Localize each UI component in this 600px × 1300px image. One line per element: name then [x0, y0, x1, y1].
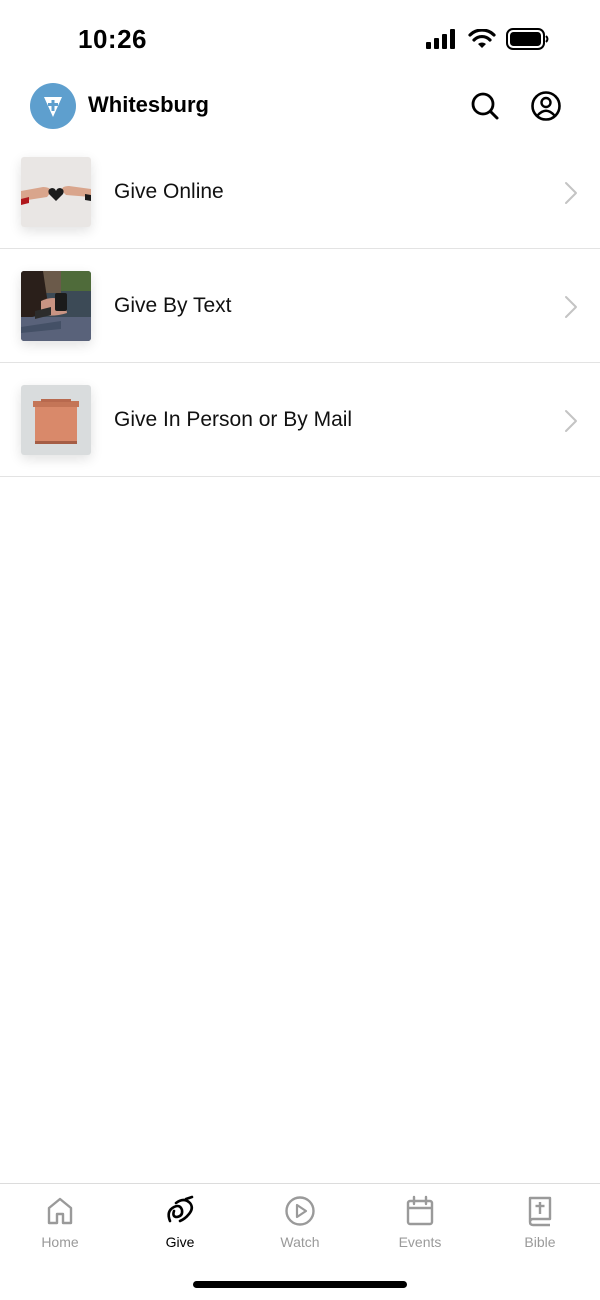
copper-mailbox-thumbnail	[21, 385, 91, 455]
home-icon	[0, 1194, 120, 1228]
tab-events[interactable]: Events	[360, 1194, 480, 1254]
give-online-item[interactable]: Give Online	[0, 135, 600, 249]
tab-bible[interactable]: Bible	[480, 1194, 600, 1254]
tab-watch[interactable]: Watch	[240, 1194, 360, 1254]
tab-events-label: Events	[398, 1234, 442, 1250]
church-name: Whitesburg	[88, 92, 209, 117]
play-icon	[240, 1194, 360, 1228]
chevron-right-icon	[565, 296, 577, 318]
give-by-text-item[interactable]: Give By Text	[0, 249, 600, 363]
church-logo-icon	[44, 97, 62, 117]
give-online-label: Give Online	[114, 180, 224, 203]
bible-icon	[480, 1194, 600, 1228]
account-icon	[531, 91, 561, 121]
tab-watch-label: Watch	[280, 1234, 320, 1250]
give-in-person-item[interactable]: Give In Person or By Mail	[0, 363, 600, 477]
tab-give[interactable]: Give	[120, 1194, 240, 1254]
calendar-icon	[360, 1194, 480, 1228]
tab-give-label: Give	[165, 1234, 195, 1250]
chevron-right-icon	[565, 410, 577, 432]
give-in-person-label: Give In Person or By Mail	[114, 408, 353, 431]
app-header: Whitesburg	[0, 80, 600, 132]
status-time: 10:26	[78, 24, 147, 54]
home-indicator[interactable]	[193, 1281, 407, 1288]
tab-bible-label: Bible	[524, 1234, 556, 1250]
status-icons	[426, 28, 550, 50]
tab-home-label: Home	[41, 1234, 79, 1250]
search-button[interactable]	[467, 88, 503, 124]
give-options-list: Give Online Give By Text Give In Person …	[0, 135, 600, 477]
chevron-right-icon	[565, 182, 577, 204]
tab-home[interactable]: Home	[0, 1194, 120, 1254]
account-button[interactable]	[528, 88, 564, 124]
wifi-icon	[468, 29, 496, 49]
church-logo[interactable]	[30, 83, 76, 129]
search-icon	[471, 92, 499, 120]
battery-icon	[506, 28, 550, 50]
give-icon	[120, 1194, 240, 1228]
hands-passing-heart-thumbnail	[21, 157, 91, 227]
status-bar: 10:26	[0, 0, 600, 80]
person-holding-phone-thumbnail	[21, 271, 91, 341]
cellular-signal-icon	[426, 29, 458, 49]
give-screen: 10:26 Whitesburg Give Online Give By Tex…	[0, 0, 600, 1300]
give-by-text-label: Give By Text	[114, 294, 232, 317]
